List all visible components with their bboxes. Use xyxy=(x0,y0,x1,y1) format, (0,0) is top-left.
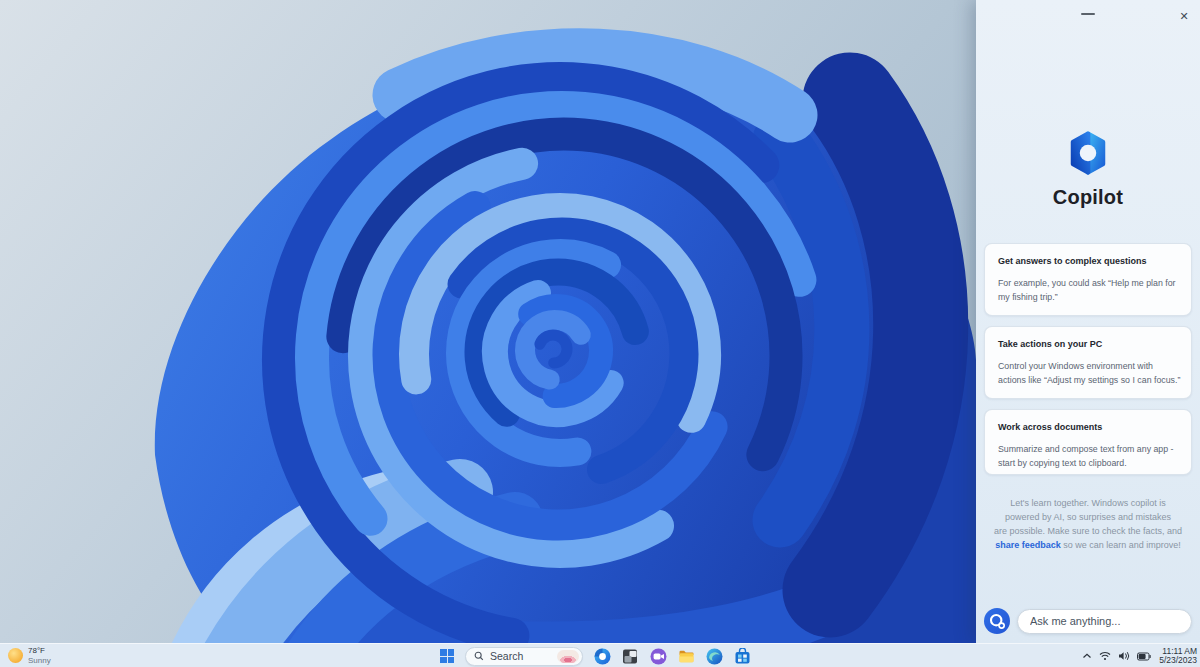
taskbar-store-icon[interactable] xyxy=(734,648,751,665)
card-title: Take actions on your PC xyxy=(998,339,1181,349)
clock[interactable]: 11:11 AM 5/23/2023 xyxy=(1159,647,1197,666)
weather-temp: 78°F xyxy=(28,646,51,656)
close-icon[interactable]: ✕ xyxy=(1177,9,1191,23)
taskbar: 78°F Sunny Search xyxy=(0,643,1200,667)
taskbar-file-explorer-icon[interactable] xyxy=(678,648,695,665)
search-icon xyxy=(474,651,484,661)
wallpaper-bloom xyxy=(0,0,976,643)
weather-condition: Sunny xyxy=(28,656,51,666)
start-button[interactable] xyxy=(440,649,454,663)
card-body: Summarize and compose text from any app … xyxy=(998,442,1181,470)
search-label: Search xyxy=(490,650,551,662)
wifi-icon[interactable] xyxy=(1099,651,1111,661)
card-get-answers[interactable]: Get answers to complex questions For exa… xyxy=(984,243,1192,316)
search-highlight-image xyxy=(557,650,579,663)
sun-icon xyxy=(8,648,23,663)
card-take-actions[interactable]: Take actions on your PC Control your Win… xyxy=(984,326,1192,399)
card-title: Work across documents xyxy=(998,422,1181,432)
card-title: Get answers to complex questions xyxy=(998,256,1181,266)
panel-title: Copilot xyxy=(976,186,1200,209)
ask-me-anything-input[interactable] xyxy=(1017,609,1192,634)
taskbar-desktop-app-icon[interactable] xyxy=(622,648,639,665)
tray-icons-group xyxy=(1082,651,1151,661)
desktop-wallpaper xyxy=(0,0,976,643)
system-tray: 11:11 AM 5/23/2023 xyxy=(1082,644,1197,667)
copilot-chat-icon[interactable] xyxy=(984,608,1010,634)
taskbar-center-group: Search xyxy=(440,644,751,667)
panel-drag-handle[interactable] xyxy=(1081,13,1095,15)
disclaimer-text: Let's learn together. Windows copilot is… xyxy=(987,496,1189,552)
taskbar-chat-icon[interactable] xyxy=(650,648,667,665)
ask-input-row xyxy=(984,608,1192,634)
copilot-logo-icon xyxy=(1065,130,1111,176)
volume-icon[interactable] xyxy=(1118,651,1130,661)
taskbar-copilot-icon[interactable] xyxy=(594,648,611,665)
card-body: Control your Windows environment with ac… xyxy=(998,359,1181,387)
share-feedback-link[interactable]: share feedback xyxy=(995,540,1061,550)
card-body: For example, you could ask “Help me plan… xyxy=(998,276,1181,304)
taskbar-edge-icon[interactable] xyxy=(706,648,723,665)
copilot-panel: ✕ Copilot Get answers to complex questio… xyxy=(976,0,1200,643)
search-box[interactable]: Search xyxy=(465,647,583,666)
battery-icon[interactable] xyxy=(1137,652,1151,661)
tray-chevron-up-icon[interactable] xyxy=(1082,652,1092,660)
clock-date: 5/23/2023 xyxy=(1159,656,1197,666)
weather-widget[interactable]: 78°F Sunny xyxy=(8,646,51,665)
card-work-across[interactable]: Work across documents Summarize and comp… xyxy=(984,409,1192,475)
